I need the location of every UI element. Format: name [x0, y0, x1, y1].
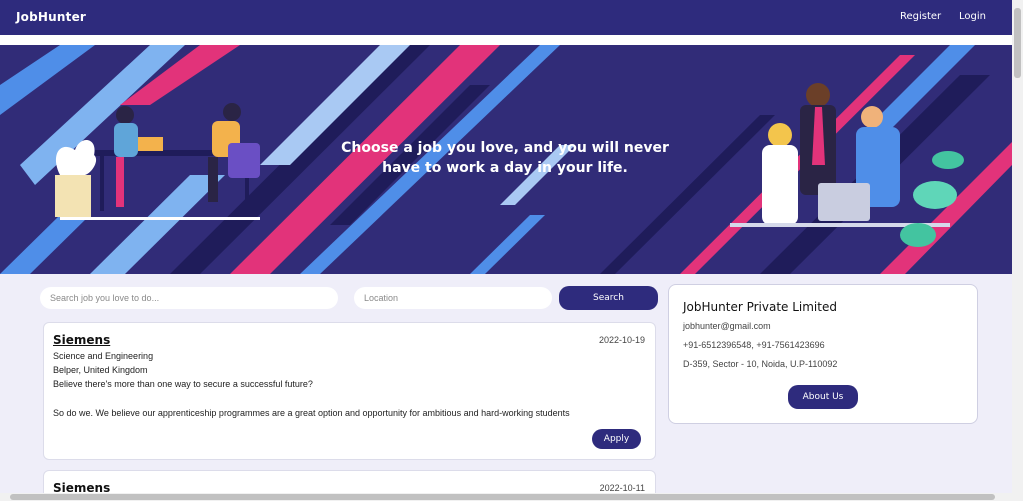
- search-button[interactable]: Search: [559, 286, 658, 310]
- apply-button[interactable]: Apply: [592, 429, 641, 449]
- job-description-line: Believe there's more than one way to sec…: [53, 379, 313, 389]
- location-input[interactable]: [354, 287, 552, 309]
- job-description-line: So do we. We believe our apprenticeship …: [53, 408, 570, 418]
- vertical-scroll-thumb[interactable]: [1014, 8, 1021, 78]
- job-date: 2022-10-19: [598, 335, 645, 345]
- about-us-button[interactable]: About Us: [788, 385, 858, 409]
- hero-tagline: Choose a job you love, and you will neve…: [330, 138, 680, 178]
- company-address: D-359, Sector - 10, Noida, U.P-110092: [683, 359, 838, 369]
- job-company-link[interactable]: Siemens: [53, 333, 110, 347]
- horizontal-scrollbar[interactable]: [0, 493, 1012, 501]
- navbar-divider: [0, 35, 1012, 45]
- job-category: Science and Engineering: [53, 351, 154, 361]
- company-name: JobHunter Private Limited: [683, 300, 837, 314]
- tagline-line-2: have to work a day in your life.: [382, 160, 628, 176]
- job-location: Belper, United Kingdom: [53, 365, 148, 375]
- brand-logo[interactable]: JobHunter: [16, 10, 86, 24]
- company-info-card: JobHunter Private Limited jobhunter@gmai…: [668, 284, 978, 424]
- tagline-line-1: Choose a job you love, and you will neve…: [341, 140, 669, 156]
- company-email: jobhunter@gmail.com: [683, 321, 771, 331]
- job-card: Siemens 2022-10-19 Science and Engineeri…: [43, 322, 656, 460]
- vertical-scrollbar[interactable]: [1012, 0, 1023, 501]
- navbar: JobHunter Register Login: [0, 0, 1012, 35]
- job-search-input[interactable]: [40, 287, 338, 309]
- hero-banner: Choose a job you love, and you will neve…: [0, 45, 1012, 274]
- company-phone: +91-6512396548, +91-7561423696: [683, 340, 825, 350]
- horizontal-scroll-thumb[interactable]: [10, 494, 995, 500]
- register-link[interactable]: Register: [900, 11, 941, 22]
- job-date: 2022-10-11: [599, 483, 645, 493]
- login-link[interactable]: Login: [959, 11, 986, 22]
